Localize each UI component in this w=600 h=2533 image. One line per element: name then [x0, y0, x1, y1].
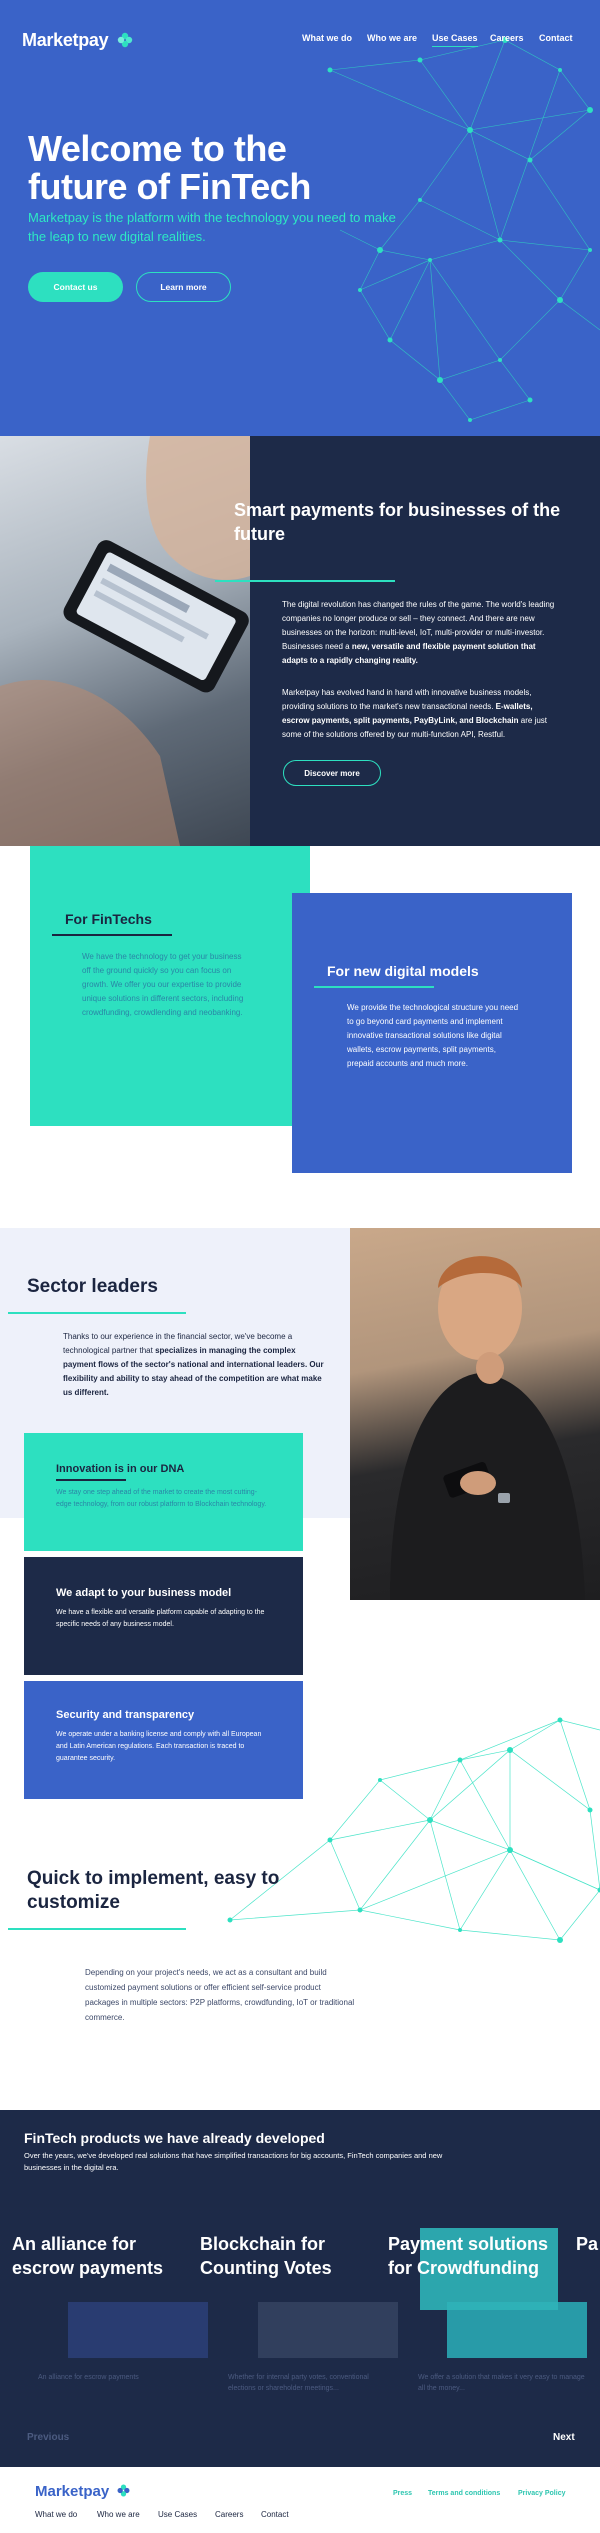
products-title: FinTech products we have already develop…	[24, 2130, 325, 2146]
footer-link-careers[interactable]: Careers	[215, 2510, 243, 2519]
products-section: FinTech products we have already develop…	[0, 2110, 600, 2467]
nav-contact[interactable]: Contact	[539, 33, 573, 43]
digital-models-card-text: We provide the technological structure y…	[347, 1003, 519, 1068]
digital-models-card: For new digital models We provide the te…	[292, 893, 572, 1173]
feature-card-innovation: Innovation is in our DNA We stay one ste…	[24, 1433, 303, 1551]
accent-line	[215, 580, 395, 582]
sector-leaders-text: Thanks to our experience in the financia…	[63, 1330, 326, 1400]
footer-logo-wordmark: Marketpay	[35, 2483, 110, 2500]
footer-link-privacy[interactable]: Privacy Policy	[518, 2490, 565, 2497]
nav-use-cases[interactable]: Use Cases	[432, 33, 478, 47]
digital-models-card-title: For new digital models	[327, 963, 479, 979]
slide-text-blockchain: Whether for internal party votes, conven…	[228, 2374, 369, 2392]
accent-line	[8, 1928, 186, 1930]
smart-paragraph-2: Marketpay has evolved hand in hand with …	[282, 686, 557, 742]
digital-models-card-line	[314, 986, 434, 988]
hero-subtitle: Marketpay is the platform with the techn…	[28, 210, 396, 244]
nav-careers[interactable]: Careers	[490, 33, 524, 43]
hero-section: Marketpay What we do Who we are Use Case…	[0, 0, 600, 436]
slide-image-blockchain	[258, 2302, 398, 2358]
slide-image-escrow	[68, 2302, 208, 2358]
slide-title-escrow[interactable]: An alliance for escrow payments	[12, 2232, 182, 2280]
footer-link-press[interactable]: Press	[393, 2490, 412, 2497]
feature-text: We have a flexible and versatile platfor…	[56, 1609, 265, 1628]
smart-payments-title: Smart payments for businesses of the fut…	[234, 500, 561, 544]
fintechs-card: For FinTechs We have the technology to g…	[30, 846, 310, 1126]
phone-illustration	[0, 436, 250, 846]
feature-title: We adapt to your business model	[56, 1587, 232, 1599]
slide-title-blockchain[interactable]: Blockchain for Counting Votes	[200, 2232, 370, 2280]
marketpay-logo[interactable]: Marketpay	[22, 30, 134, 51]
smart-payments-section: Smart payments for businesses of the fut…	[0, 436, 600, 846]
next-button[interactable]: Next	[553, 2432, 575, 2443]
hand-phone-photo	[0, 436, 250, 846]
discover-more-button[interactable]: Discover more	[283, 760, 381, 786]
learn-more-button[interactable]: Learn more	[136, 272, 231, 302]
accent-line	[8, 1312, 186, 1314]
smart-paragraph-1: The digital revolution has changed the r…	[282, 598, 557, 668]
footer-link-what-we-do[interactable]: What we do	[35, 2510, 77, 2519]
slide-text-crowdfunding: We offer a solution that makes it very e…	[418, 2374, 585, 2392]
feature-text: We stay one step ahead of the market to …	[56, 1489, 267, 1508]
smart-p2-text: Marketpay has evolved hand in hand with …	[282, 688, 532, 711]
footer-link-contact[interactable]: Contact	[261, 2510, 289, 2519]
hero-title: Welcome to the future of FinTech	[28, 128, 311, 207]
man-with-phone-photo	[350, 1228, 600, 1600]
pinwheel-icon	[117, 2484, 130, 2497]
sector-leaders-title: Sector leaders	[27, 1276, 158, 1297]
pinwheel-icon	[117, 32, 133, 48]
footer-link-use-cases[interactable]: Use Cases	[158, 2510, 197, 2519]
footer-link-terms[interactable]: Terms and conditions	[428, 2490, 500, 2497]
feature-title: Security and transparency	[56, 1709, 195, 1721]
feature-card-adapt: We adapt to your business model We have …	[24, 1557, 303, 1675]
feature-title: Innovation is in our DNA	[56, 1463, 185, 1475]
slide-title-partial[interactable]: Pa	[576, 2232, 600, 2256]
footer-link-who-we-are[interactable]: Who we are	[97, 2510, 140, 2519]
fintechs-card-text: We have the technology to get your busin…	[82, 952, 244, 1017]
nav-who-we-are[interactable]: Who we are	[367, 33, 417, 43]
feature-line	[56, 1479, 126, 1481]
footer: Marketpay What we do Who we are Use Case…	[0, 2467, 600, 2533]
quick-implement-title: Quick to implement, easy to customize	[27, 1868, 280, 1913]
slide-image-crowdfunding	[447, 2302, 587, 2358]
products-subtitle: Over the years, we've developed real sol…	[24, 2151, 443, 2172]
previous-button[interactable]: Previous	[27, 2432, 69, 2443]
nav-what-we-do[interactable]: What we do	[302, 33, 352, 43]
man-illustration	[390, 1256, 585, 1600]
slide-title-crowdfunding[interactable]: Payment solutions for Crowdfunding	[388, 2232, 568, 2280]
fintechs-card-line	[52, 934, 172, 936]
quick-implement-text: Depending on your project's needs, we ac…	[85, 1968, 355, 2022]
fintechs-card-title: For FinTechs	[65, 911, 152, 927]
slide-text-escrow: An alliance for escrow payments	[38, 2374, 139, 2381]
footer-logo[interactable]: Marketpay	[35, 2483, 131, 2500]
logo-wordmark: Marketpay	[22, 30, 109, 50]
contact-us-button[interactable]: Contact us	[28, 272, 123, 302]
